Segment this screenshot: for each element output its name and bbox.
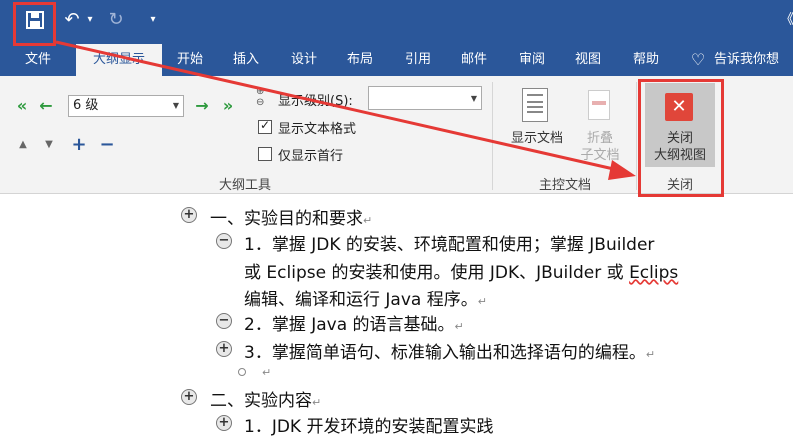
show-level-label: 显示级别(S): [278,94,353,109]
tab-file[interactable]: 文件 [10,44,66,76]
show-text-format-label: 显示文本格式 [278,122,357,137]
tab-references[interactable]: 引用 [394,44,442,76]
collapse-subdocuments-icon[interactable] [588,90,610,120]
ribbon-restore-icon[interactable]: 《 [780,8,793,32]
outline-expand-icon[interactable]: + [181,389,197,405]
outline-expand-icon[interactable]: + [216,415,232,431]
move-up-icon[interactable]: ▲ [14,136,32,154]
lightbulb-icon[interactable]: ♡ [686,44,710,76]
outline-tools-group-label: 大纲工具 [218,178,271,193]
chevron-down-icon: ▼ [172,101,179,110]
annotation-box-close [638,79,724,197]
tab-home[interactable]: 开始 [166,44,214,76]
collapse-icon[interactable]: − [98,136,116,154]
outline-expand-icon[interactable]: + [216,341,232,357]
customize-toolbar-icon[interactable]: ▾ [146,8,160,32]
collapse-subdocuments-line2: 子文档 [580,148,620,163]
outline-item-2[interactable]: 2．掌握 Java 的语言基础。↵ [244,310,464,335]
show-first-line-checkbox[interactable] [258,147,272,161]
tab-outline[interactable]: 大纲显示 [76,44,162,78]
group-separator [492,82,493,190]
tell-me-search[interactable]: 告诉我你想 [714,44,793,76]
show-document-button[interactable]: 显示文档 [504,130,570,147]
outline-expand-icon[interactable]: + [181,207,197,223]
outline-level-value: 6 级 [73,98,99,113]
move-down-icon[interactable]: ▼ [40,136,58,154]
outline-item-1-line-1[interactable]: 1．掌握 JDK 的安装、环境配置和使用；掌握 JBuilder [244,230,654,255]
show-document-icon[interactable] [522,88,548,122]
annotation-box-save [13,2,56,46]
promote-icon[interactable]: ← [36,96,56,116]
outline-heading-2[interactable]: 二、实验内容↵ [210,386,321,411]
show-text-format-checkbox[interactable] [258,118,272,134]
show-level-select[interactable]: ▼ [368,86,482,110]
collapse-subdocuments-line1: 折叠 [586,131,613,146]
chevron-down-icon: ▼ [470,94,477,103]
tab-help[interactable]: 帮助 [622,44,670,76]
outline-item-1-line-3[interactable]: 编辑、编译和运行 Java 程序。↵ [244,285,487,310]
show-level-icon: ⊕ ⊖ [256,86,265,108]
group-separator [636,82,637,190]
master-document-group-label: 主控文档 [538,178,591,193]
tab-insert[interactable]: 插入 [222,44,270,76]
tab-view[interactable]: 视图 [564,44,612,76]
outline-collapse-icon[interactable]: − [216,313,232,329]
demote-icon[interactable]: → [192,96,212,116]
undo-icon[interactable]: ↶ [62,8,82,32]
outline-item-3[interactable]: 3．掌握简单语句、标准输入输出和选择语句的编程。↵ [244,338,655,363]
return-mark: ↵ [262,366,272,379]
expand-icon[interactable]: + [70,136,88,154]
tab-mailings[interactable]: 邮件 [450,44,498,76]
body-text-bullet-icon [238,368,246,376]
demote-to-body-icon[interactable]: » [218,96,238,116]
outline-heading-1[interactable]: 一、实验目的和要求↵ [210,204,372,229]
tab-review[interactable]: 审阅 [508,44,556,76]
promote-to-heading1-icon[interactable]: « [12,96,32,116]
tab-layout[interactable]: 布局 [336,44,384,76]
tab-design[interactable]: 设计 [280,44,328,76]
undo-dropdown-icon[interactable]: ▾ [84,8,96,32]
outline-item-4[interactable]: 1．JDK 开发环境的安装配置实践 [244,412,493,437]
outline-level-select[interactable]: 6 级 ▼ [68,95,184,117]
show-first-line-label: 仅显示首行 [278,149,344,164]
outline-collapse-icon[interactable]: − [216,233,232,249]
redo-icon[interactable]: ↻ [106,8,126,32]
outline-item-1-line-2[interactable]: 或 Eclipse 的安装和使用。使用 JDK、JBuilder 或 Eclip… [244,258,678,283]
